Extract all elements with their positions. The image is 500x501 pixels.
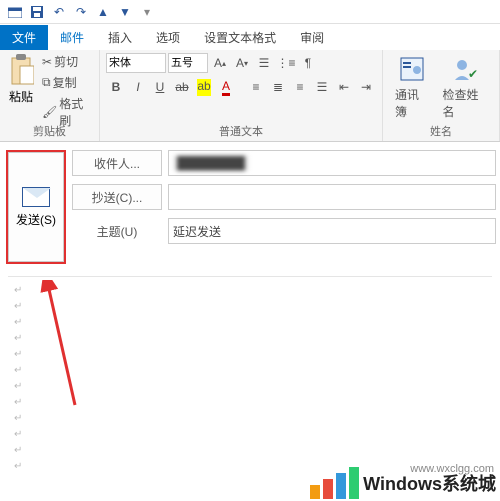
copy-label: 复制 [53,74,77,91]
paste-label: 粘贴 [9,88,33,105]
tab-mail[interactable]: 邮件 [48,25,96,50]
ribbon-tabs: 文件 邮件 插入 选项 设置文本格式 审阅 [0,24,500,50]
undo-icon[interactable]: ↶ [50,3,68,21]
font-name-select[interactable]: 宋体 [106,53,166,73]
paragraph-mark: ↵ [14,443,486,459]
paragraph-mark: ↵ [14,395,486,411]
align-right-button[interactable]: ≡ [290,77,310,97]
recipient-chip[interactable]: ████████ [173,155,249,171]
send-button[interactable]: 发送(S) [6,150,66,264]
tab-format[interactable]: 设置文本格式 [192,25,288,50]
qat-customize-icon[interactable]: ▾ [138,3,156,21]
paragraph-mark: ↵ [14,363,486,379]
bullets-button[interactable]: ☰ [254,53,274,73]
watermark-text: Windows系统城 [363,470,496,496]
tab-options[interactable]: 选项 [144,25,192,50]
watermark: Windows系统城 [310,467,496,499]
address-book-button[interactable]: 通讯簿 [389,52,434,122]
tab-review[interactable]: 审阅 [288,25,336,50]
strike-button[interactable]: ab [172,77,192,97]
tab-file[interactable]: 文件 [0,25,48,50]
envelope-icon [22,187,50,207]
paragraph-mark: ↵ [14,379,486,395]
ribbon: 粘贴 ✂ 剪切 ⧉ 复制 🖌 格式刷 剪贴板 宋体 [0,50,500,142]
address-book-label: 通讯簿 [395,86,428,120]
grow-font-button[interactable]: A▴ [210,53,230,73]
paragraph-mark: ↵ [14,347,486,363]
paragraph-mark: ↵ [14,299,486,315]
italic-button[interactable]: I [128,77,148,97]
shrink-font-button[interactable]: A▾ [232,53,252,73]
cc-button[interactable]: 抄送(C)... [72,184,162,210]
group-clipboard-label: 剪贴板 [6,121,93,141]
group-clipboard: 粘贴 ✂ 剪切 ⧉ 复制 🖌 格式刷 剪贴板 [0,50,100,141]
redo-icon[interactable]: ↷ [72,3,90,21]
highlight-button[interactable]: ab [194,77,214,97]
window-icon [6,3,24,21]
underline-button[interactable]: U [150,77,170,97]
cut-button[interactable]: ✂ 剪切 [40,52,93,71]
cc-field[interactable] [168,184,496,210]
align-center-button[interactable]: ≣ [268,77,288,97]
compose-area: 发送(S) 收件人... ████████ 抄送(C)... 主题(U) 延迟发… [0,142,500,272]
align-left-button[interactable]: ≡ [246,77,266,97]
cut-label: 剪切 [54,53,78,70]
indent-left-button[interactable]: ⇤ [334,77,354,97]
bold-button[interactable]: B [106,77,126,97]
group-font-label: 普通文本 [106,121,376,141]
paste-button[interactable]: 粘贴 [6,52,36,107]
quick-access-toolbar: ↶ ↷ ▲ ▼ ▾ [0,0,500,24]
message-body[interactable]: ↵ ↵ ↵ ↵ ↵ ↵ ↵ ↵ ↵ ↵ ↵ ↵ [8,276,492,486]
send-label: 发送(S) [16,213,56,227]
brush-icon: 🖌 [42,105,57,119]
group-names: 通讯簿 ✔ 检查姓名 姓名 [383,50,500,141]
check-names-button[interactable]: ✔ 检查姓名 [436,52,493,122]
show-marks-button[interactable]: ¶ [298,53,318,73]
paragraph-mark: ↵ [14,315,486,331]
to-field[interactable]: ████████ [168,150,496,176]
check-names-label: 检查姓名 [442,86,487,120]
paragraph-mark: ↵ [14,427,486,443]
subject-field[interactable]: 延迟发送 [168,218,496,244]
paragraph-mark: ↵ [14,411,486,427]
down-icon[interactable]: ▼ [116,3,134,21]
save-icon[interactable] [28,3,46,21]
numbering-button[interactable]: ⋮≡ [276,53,296,73]
group-names-label: 姓名 [389,121,493,141]
watermark-bars-icon [310,467,359,499]
indent-right-button[interactable]: ⇥ [356,77,376,97]
font-color-button[interactable]: A [216,77,236,97]
font-size-select[interactable]: 五号 [168,53,208,73]
group-font: 宋体 五号 A▴ A▾ ☰ ⋮≡ ¶ B I U ab ab A ≡ ≣ ≡ ☰ [100,50,383,141]
subject-label: 主题(U) [72,223,162,240]
svg-text:✔: ✔ [468,67,478,81]
up-icon[interactable]: ▲ [94,3,112,21]
tab-insert[interactable]: 插入 [96,25,144,50]
paragraph-mark: ↵ [14,331,486,347]
justify-button[interactable]: ☰ [312,77,332,97]
copy-icon: ⧉ [42,75,51,90]
to-button[interactable]: 收件人... [72,150,162,176]
copy-button[interactable]: ⧉ 复制 [40,73,93,92]
paragraph-mark: ↵ [14,283,486,299]
scissors-icon: ✂ [42,55,52,69]
